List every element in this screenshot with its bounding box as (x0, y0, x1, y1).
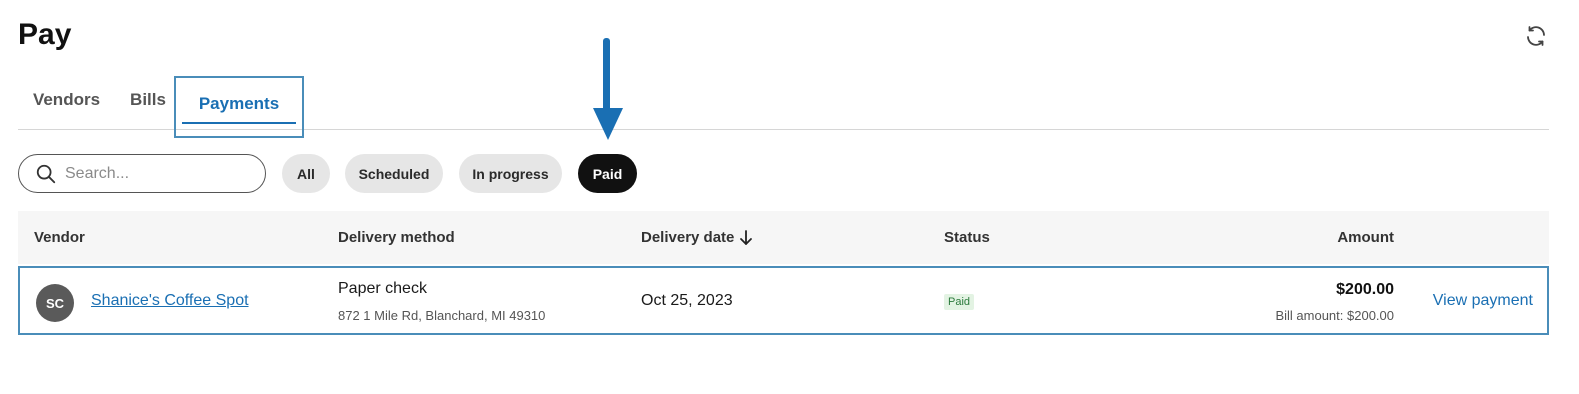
payment-amount: $200.00 (1336, 281, 1394, 298)
bill-amount: Bill amount: $200.00 (1275, 308, 1394, 323)
active-tab-indicator (182, 122, 296, 124)
tab-payments[interactable]: Payments (174, 76, 304, 138)
column-header-delivery-date-label: Delivery date (641, 229, 735, 246)
column-header-status[interactable]: Status (944, 211, 990, 264)
tab-payments-label: Payments (198, 94, 280, 113)
avatar: SC (36, 284, 74, 322)
filter-chip-paid[interactable]: Paid (578, 154, 637, 193)
vendor-link[interactable]: Shanice's Coffee Spot (91, 292, 249, 310)
column-header-amount[interactable]: Amount (1337, 211, 1394, 264)
column-header-delivery-date[interactable]: Delivery date (641, 211, 753, 264)
table-header: Vendor Delivery method Delivery date Sta… (18, 211, 1549, 264)
delivery-date: Oct 25, 2023 (641, 292, 733, 309)
filter-chip-all[interactable]: All (282, 154, 330, 193)
tab-vendors[interactable]: Vendors (18, 76, 115, 130)
column-header-vendor[interactable]: Vendor (34, 211, 85, 264)
table-row[interactable]: SC Shanice's Coffee Spot Paper check 872… (18, 266, 1549, 335)
search-input[interactable] (65, 164, 245, 183)
view-payment-link[interactable]: View payment (1433, 292, 1533, 310)
delivery-method: Paper check (338, 280, 427, 297)
page-title: Pay (18, 18, 72, 51)
status-badge: Paid (944, 294, 975, 310)
column-header-delivery-method[interactable]: Delivery method (338, 211, 455, 264)
delivery-address: 872 1 Mile Rd, Blanchard, MI 49310 (338, 308, 546, 323)
tab-bills[interactable]: Bills (122, 76, 174, 130)
arrow-down-icon (593, 38, 623, 140)
arrow-down-icon (739, 229, 753, 246)
search-box[interactable] (18, 154, 266, 193)
filter-chip-in-progress[interactable]: In progress (459, 154, 562, 193)
search-icon (36, 164, 56, 183)
refresh-icon (1527, 26, 1545, 46)
refresh-button[interactable] (1522, 22, 1550, 50)
tab-bar: Vendors Bills Payments (18, 76, 1549, 138)
filter-chip-scheduled[interactable]: Scheduled (345, 154, 443, 193)
